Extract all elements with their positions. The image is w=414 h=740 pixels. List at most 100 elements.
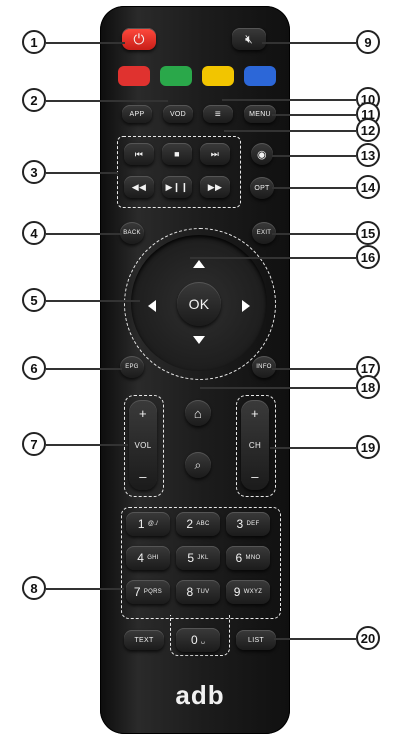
key-8[interactable]: 8 TUV	[176, 580, 220, 604]
callout-19: 19	[356, 435, 380, 459]
callout-3: 3	[22, 160, 46, 184]
callout-leader	[274, 638, 356, 640]
callout-leader	[190, 257, 356, 259]
record-button[interactable]: ◉	[251, 143, 273, 165]
callout-leader	[46, 42, 125, 44]
key-letters: JKL	[197, 555, 209, 561]
key-digit: 7	[133, 585, 141, 599]
rewind-button[interactable]: ◀◀	[124, 176, 154, 198]
callout-6: 6	[22, 356, 46, 380]
volume-up-label: +	[139, 406, 147, 421]
callout-leader	[200, 387, 356, 389]
callout-18: 18	[356, 375, 380, 399]
channel-label: CH	[248, 440, 262, 450]
key-letters: MNO	[245, 555, 261, 561]
channel-down-label: –	[251, 469, 259, 484]
list-button[interactable]: LIST	[236, 630, 276, 650]
channel-up-label: +	[251, 406, 259, 421]
power-button[interactable]: ⏻	[122, 28, 156, 50]
key-0[interactable]: 0 ␣	[176, 628, 220, 652]
arrow-left-icon	[148, 300, 156, 312]
stop-button[interactable]: ■	[162, 143, 192, 165]
callout-leader	[270, 447, 356, 449]
key-digit: 2	[186, 517, 194, 531]
next-button[interactable]: ⏭	[200, 143, 230, 165]
key-3[interactable]: 3 DEF	[226, 512, 270, 536]
key-letters: ␣	[200, 637, 206, 644]
arrow-up-icon	[193, 260, 205, 268]
dpad-left-button[interactable]	[140, 290, 166, 322]
dpad-right-button[interactable]	[232, 290, 258, 322]
callout-leader	[46, 368, 122, 370]
callout-leader	[222, 99, 356, 101]
callout-12: 12	[356, 118, 380, 142]
info-button[interactable]: INFO	[252, 356, 276, 378]
arrow-right-icon	[242, 300, 250, 312]
previous-button[interactable]: ⏮	[124, 143, 154, 165]
color-key-red[interactable]	[118, 66, 150, 86]
play-pause-button[interactable]: ▶❙❙	[162, 176, 192, 198]
dpad-up-button[interactable]	[183, 250, 215, 276]
fast-forward-button[interactable]: ▶▶	[200, 176, 230, 198]
channel-rocker[interactable]: + CH –	[241, 400, 269, 490]
key-letters: ABC	[196, 521, 210, 527]
opt-button[interactable]: OPT	[250, 177, 274, 199]
key-letters: GHI	[147, 555, 159, 561]
callout-20: 20	[356, 626, 380, 650]
brand-logo: adb	[175, 680, 225, 710]
callout-leader	[272, 155, 356, 157]
callout-leader	[46, 300, 140, 302]
guide-icon: ≡	[214, 108, 222, 120]
key-7[interactable]: 7 PQRS	[126, 580, 170, 604]
callout-8: 8	[22, 576, 46, 600]
search-button[interactable]: ⌕	[185, 452, 211, 478]
ok-button[interactable]: OK	[177, 282, 221, 326]
volume-rocker[interactable]: + VOL –	[129, 400, 157, 490]
volume-down-label: –	[139, 469, 147, 484]
search-icon: ⌕	[194, 457, 202, 472]
key-digit: 0	[190, 633, 198, 647]
callout-leader	[46, 444, 128, 446]
callout-7: 7	[22, 432, 46, 456]
callout-14: 14	[356, 175, 380, 199]
callout-leader	[272, 187, 356, 189]
home-button[interactable]: ⌂	[185, 400, 211, 426]
back-button[interactable]: BACK	[120, 222, 144, 244]
color-key-green[interactable]	[160, 66, 192, 86]
key-4[interactable]: 4 GHI	[126, 546, 170, 570]
callout-2: 2	[22, 88, 46, 112]
callout-4: 4	[22, 221, 46, 245]
key-digit: 3	[236, 517, 244, 531]
mute-button[interactable]: 🔇︎	[232, 28, 266, 50]
home-icon: ⌂	[193, 405, 203, 421]
key-5[interactable]: 5 JKL	[176, 546, 220, 570]
key-6[interactable]: 6 MNO	[226, 546, 270, 570]
callout-leader	[272, 114, 356, 116]
key-digit: 8	[186, 585, 194, 599]
key-9[interactable]: 9 WXYZ	[226, 580, 270, 604]
app-button[interactable]: APP	[122, 105, 152, 123]
callout-leader	[262, 42, 356, 44]
key-letters: TUV	[196, 589, 210, 595]
key-letters: WXYZ	[243, 589, 263, 595]
callout-5: 5	[22, 288, 46, 312]
color-key-blue[interactable]	[244, 66, 276, 86]
color-key-yellow[interactable]	[202, 66, 234, 86]
epg-button[interactable]: EPG	[120, 356, 144, 378]
text-button[interactable]: TEXT	[124, 630, 164, 650]
vod-button[interactable]: VOD	[163, 105, 193, 123]
callout-leader	[224, 130, 356, 132]
key-digit: 5	[187, 551, 195, 565]
key-1[interactable]: 1 @./	[126, 512, 170, 536]
callout-leader	[46, 100, 168, 102]
callout-leader	[46, 233, 122, 235]
guide-button[interactable]: ≡	[203, 105, 233, 123]
callout-16: 16	[356, 245, 380, 269]
callout-leader	[46, 588, 124, 590]
power-icon: ⏻	[133, 30, 145, 47]
key-2[interactable]: 2 ABC	[176, 512, 220, 536]
dpad-down-button[interactable]	[183, 330, 215, 356]
callout-leader	[46, 172, 118, 174]
mute-icon: 🔇︎	[245, 31, 253, 46]
callout-9: 9	[356, 30, 380, 54]
